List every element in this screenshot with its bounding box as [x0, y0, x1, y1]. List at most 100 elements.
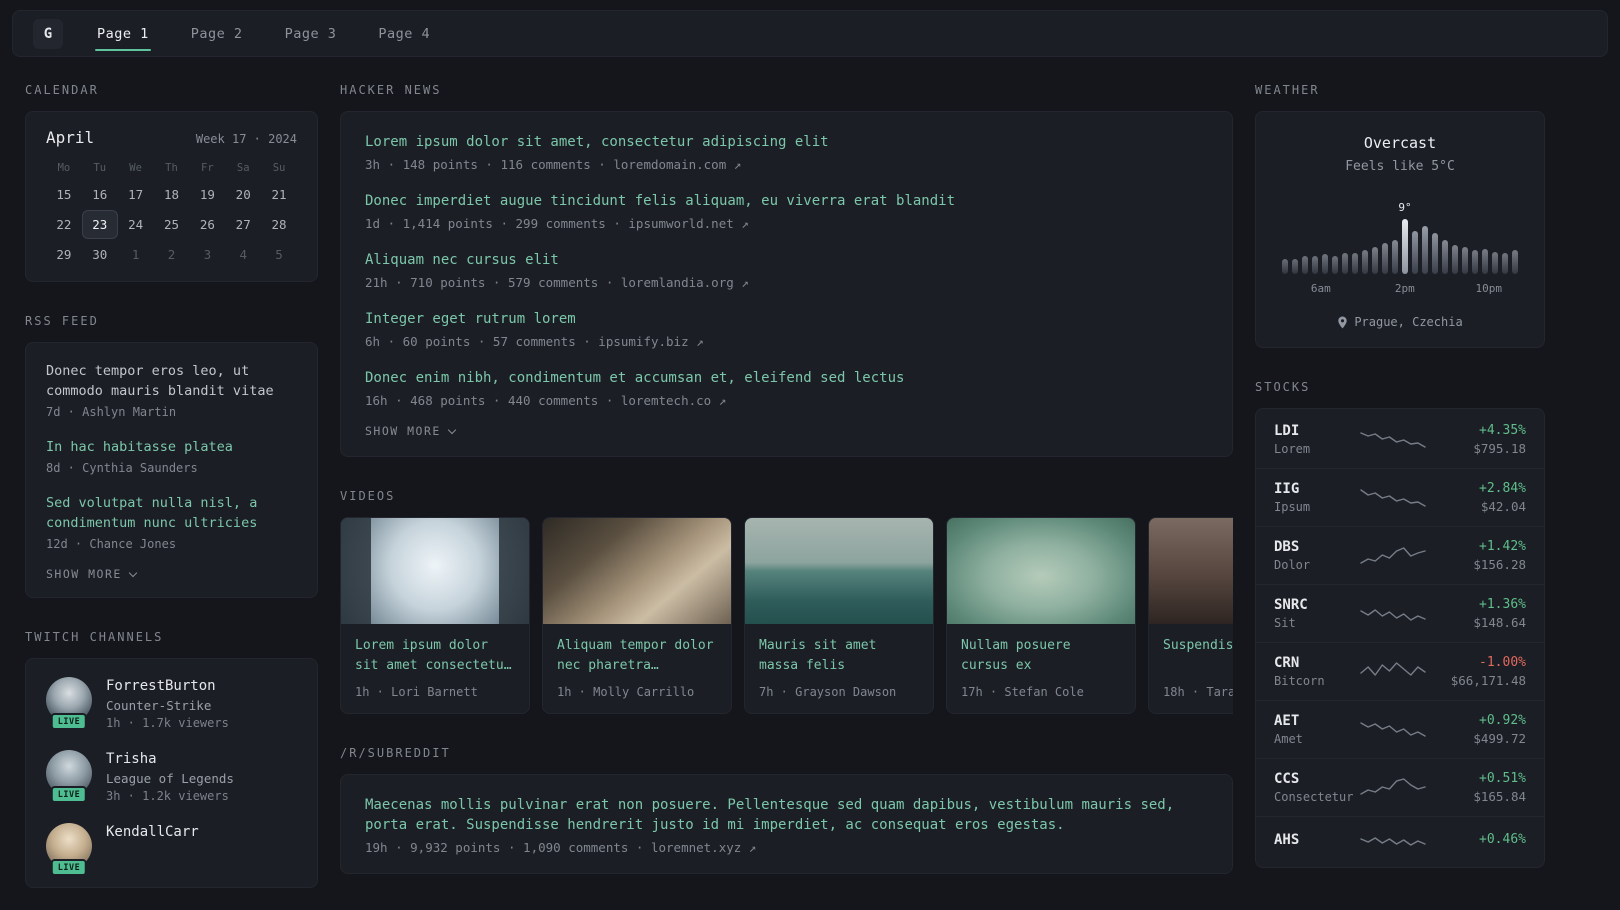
rss-item-title[interactable]: Donec tempor eros leo, ut commodo mauris…: [46, 361, 297, 401]
hackernews-item-title[interactable]: Lorem ipsum dolor sit amet, consectetur …: [365, 132, 1208, 152]
stock-price: $66,171.48: [1450, 673, 1526, 688]
stock-sparkline: [1360, 546, 1426, 564]
middle-column: HACKER NEWS Lorem ipsum dolor sit amet, …: [340, 83, 1233, 874]
video-title[interactable]: Aliquam tempor dolor nec pharetra…: [557, 636, 717, 676]
chevron-down-icon: [447, 425, 457, 434]
stock-name: Consectetur: [1274, 790, 1354, 804]
video-thumbnail[interactable]: [543, 518, 731, 624]
weather-feels-like: Feels like 5°C: [1345, 159, 1455, 174]
video-thumbnail[interactable]: [341, 518, 529, 624]
twitch-section: TWITCH CHANNELS LIVE ForrestBurton Counter…: [25, 630, 318, 888]
video-title[interactable]: Nullam posuere cursus ex: [961, 636, 1121, 676]
channel-name[interactable]: ForrestBurton: [106, 678, 229, 694]
stock-row[interactable]: IIG Ipsum +2.84% $42.04: [1256, 468, 1544, 526]
rss-item: Donec tempor eros leo, ut commodo mauris…: [46, 361, 297, 419]
twitch-channel-row: LIVE KendallCarr: [46, 823, 297, 876]
weather-section: WEATHER Overcast Feels like 5°C 9° 6am 2p…: [1255, 83, 1545, 348]
section-title-twitch: TWITCH CHANNELS: [25, 630, 164, 644]
right-column: WEATHER Overcast Feels like 5°C 9° 6am 2p…: [1255, 83, 1545, 868]
video-thumbnail[interactable]: [1149, 518, 1233, 624]
weather-bar: [1432, 233, 1438, 274]
hackernews-item-title[interactable]: Aliquam nec cursus elit: [365, 250, 1208, 270]
video-card: Nullam posuere cursus ex 17h · Stefan Col…: [946, 517, 1136, 714]
stock-values: +0.92% $499.72: [1426, 713, 1526, 746]
tab-page-2[interactable]: Page 2: [189, 11, 245, 56]
rss-items: Donec tempor eros leo, ut commodo mauris…: [46, 361, 297, 551]
stock-change: +1.36%: [1479, 597, 1526, 612]
weather-time-label: 10pm: [1475, 282, 1503, 295]
weather-bar: 9°: [1398, 201, 1412, 274]
stock-values: +1.36% $148.64: [1426, 597, 1526, 630]
calendar-section: CALENDAR April Week 17 · 2024 Mo Tu We Th Fr…: [25, 83, 318, 282]
stock-row[interactable]: DBS Dolor +1.42% $156.28: [1256, 526, 1544, 584]
weather-bar: [1392, 240, 1398, 274]
calendar-day: 16: [92, 187, 108, 202]
rss-section: RSS FEED Donec tempor eros leo, ut commo…: [25, 314, 318, 598]
stock-row[interactable]: SNRC Sit +1.36% $148.64: [1256, 584, 1544, 642]
hackernews-show-more-button[interactable]: SHOW MORE: [365, 424, 457, 438]
tab-page-1[interactable]: Page 1: [95, 11, 151, 56]
rss-item-title[interactable]: In hac habitasse platea: [46, 437, 297, 457]
channel-avatar[interactable]: LIVE: [46, 750, 92, 803]
hackernews-item-meta: 21h · 710 points · 579 comments · loreml…: [365, 275, 749, 290]
channel-name[interactable]: Trisha: [106, 751, 234, 767]
video-title[interactable]: Lorem ipsum dolor sit amet consectetu…: [355, 636, 515, 676]
stock-change: +0.92%: [1479, 713, 1526, 728]
video-thumbnail[interactable]: [947, 518, 1135, 624]
stock-values: +4.35% $795.18: [1426, 423, 1526, 456]
video-title[interactable]: Suspendisse diam: [1163, 636, 1233, 676]
stock-sparkline: [1360, 661, 1426, 676]
hackernews-item-title[interactable]: Donec enim nibh, condimentum et accumsan…: [365, 368, 1208, 388]
video-card: Suspendisse diam 18h · Tara: [1148, 517, 1233, 714]
tab-page-3[interactable]: Page 3: [283, 11, 339, 56]
stock-identity: LDI Lorem: [1274, 423, 1360, 456]
calendar-day: 17: [128, 187, 144, 202]
calendar-week-info: Week 17 · 2024: [195, 132, 297, 146]
subreddit-post-meta: 19h · 9,932 points · 1,090 comments · lo…: [365, 840, 757, 855]
stock-row[interactable]: AHS +0.46%: [1256, 816, 1544, 865]
twitch-channel-list: LIVE ForrestBurton Counter-Strike 1h · 1.7k…: [46, 677, 297, 876]
channel-avatar[interactable]: LIVE: [46, 823, 92, 876]
hackernews-item: Integer eget rutrum lorem 6h · 60 points …: [365, 309, 1208, 349]
channel-game: Counter-Strike: [106, 698, 212, 713]
stock-row[interactable]: CCS Consectetur +0.51% $165.84: [1256, 758, 1544, 816]
rss-item-title[interactable]: Sed volutpat nulla nisl, a condimentum n…: [46, 493, 297, 533]
stock-row[interactable]: CRN Bitcorn -1.00% $66,171.48: [1256, 642, 1544, 700]
page-tabs: Page 1 Page 2 Page 3 Page 4: [95, 11, 432, 56]
stock-sparkline: [1360, 837, 1426, 846]
calendar-weekday: Mo: [57, 162, 71, 174]
videos-section: VIDEOS Lorem ipsum dolor sit amet consec…: [340, 489, 1233, 714]
app-logo[interactable]: G: [33, 18, 63, 49]
channel-info: ForrestBurton Counter-Strike 1h · 1.7k vie…: [106, 677, 229, 730]
video-card: Aliquam tempor dolor nec pharetra… 1h · M…: [542, 517, 732, 714]
tab-page-4[interactable]: Page 4: [376, 11, 432, 56]
channel-name[interactable]: KendallCarr: [106, 824, 199, 840]
calendar-weekday: Th: [165, 162, 178, 174]
stock-symbol: CRN: [1274, 655, 1300, 671]
calendar-month: April: [46, 128, 95, 147]
stock-row[interactable]: LDI Lorem +4.35% $795.18: [1256, 411, 1544, 468]
video-title[interactable]: Mauris sit amet massa felis: [759, 636, 919, 676]
channel-avatar[interactable]: LIVE: [46, 677, 92, 730]
hackernews-item-title[interactable]: Donec imperdiet augue tincidunt felis al…: [365, 191, 1208, 211]
weather-bar: [1512, 250, 1518, 274]
stock-price: $148.64: [1473, 615, 1526, 630]
weather-bar: [1382, 243, 1388, 274]
video-thumbnail[interactable]: [745, 518, 933, 624]
calendar-day: 1: [131, 247, 140, 262]
rss-item-meta: 8d · Cynthia Saunders: [46, 461, 198, 475]
stock-change: +0.46%: [1479, 832, 1526, 847]
calendar-day: 25: [163, 217, 180, 232]
stock-change: +0.51%: [1479, 771, 1526, 786]
hackernews-item-title[interactable]: Integer eget rutrum lorem: [365, 309, 1208, 329]
stock-row[interactable]: AET Amet +0.92% $499.72: [1256, 700, 1544, 758]
channel-meta: 3h · 1.2k viewers: [106, 789, 229, 803]
rss-item: Sed volutpat nulla nisl, a condimentum n…: [46, 493, 297, 551]
channel-meta: 1h · 1.7k viewers: [106, 716, 229, 730]
video-card-body: Lorem ipsum dolor sit amet consectetu… 1h…: [341, 624, 529, 713]
rss-show-more-button[interactable]: SHOW MORE: [46, 567, 138, 581]
subreddit-post-title[interactable]: Maecenas mollis pulvinar erat non posuer…: [365, 795, 1208, 835]
calendar-weekday: We: [129, 162, 142, 174]
stock-identity: SNRC Sit: [1274, 597, 1360, 630]
hackernews-item: Donec imperdiet augue tincidunt felis al…: [365, 191, 1208, 231]
